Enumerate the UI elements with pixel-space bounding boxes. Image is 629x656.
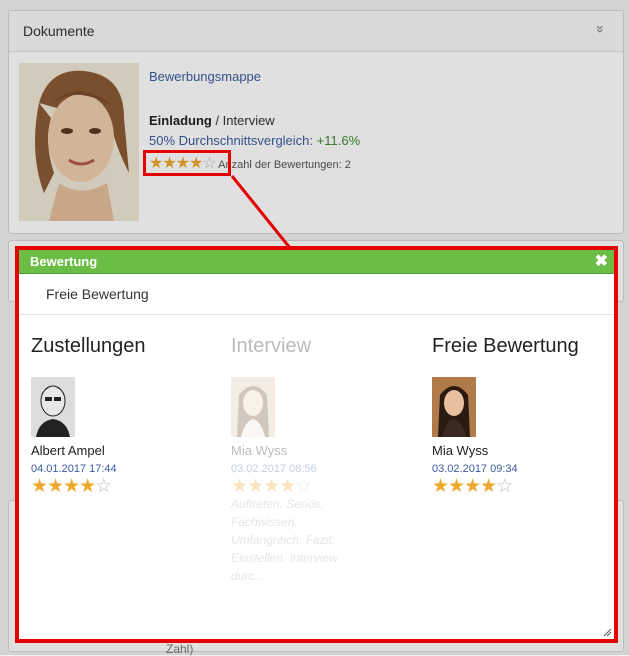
star-filled-icon: ★: [231, 476, 248, 497]
star-empty-icon: ☆: [95, 476, 112, 497]
review-date: 03.02.2017 09:34: [432, 463, 518, 475]
dialog-titlebar[interactable]: Bewertung ✖: [19, 250, 614, 274]
reviewer-name: Mia Wyss: [231, 443, 288, 458]
column-heading: Interview: [231, 335, 312, 357]
star-empty-icon: ☆: [496, 476, 513, 497]
review-stars: ★★★★☆: [432, 475, 513, 498]
reviewer-avatar[interactable]: [432, 377, 476, 437]
review-stars: ★★★★☆: [31, 475, 112, 498]
review-date: 03.02.2017 08:56: [231, 463, 317, 475]
star-empty-icon: ☆: [295, 476, 312, 497]
star-filled-icon: ★: [247, 476, 264, 497]
tab-label: Freie Bewertung: [46, 286, 149, 302]
star-filled-icon: ★: [480, 476, 497, 497]
star-filled-icon: ★: [263, 476, 280, 497]
column-heading: Freie Bewertung: [432, 335, 579, 357]
resize-handle-icon[interactable]: [602, 627, 612, 637]
rating-dialog: Bewertung ✖ Freie Bewertung Zustellungen…: [15, 246, 618, 643]
star-filled-icon: ★: [79, 476, 96, 497]
star-filled-icon: ★: [432, 476, 449, 497]
review-comment[interactable]: Auftreten: Seriös. Fachwissen: Umfangrei…: [231, 495, 361, 585]
review-date: 04.01.2017 17:44: [31, 463, 117, 475]
column-heading: Zustellungen: [31, 335, 146, 357]
star-filled-icon: ★: [464, 476, 481, 497]
reviewer-name: Mia Wyss: [432, 443, 489, 458]
star-filled-icon: ★: [31, 476, 48, 497]
star-filled-icon: ★: [63, 476, 80, 497]
star-filled-icon: ★: [279, 476, 296, 497]
rating-columns: Zustellungen Albert Ampel 04.01.2017 17:…: [19, 315, 614, 635]
reviewer-avatar[interactable]: [31, 377, 75, 437]
tab-freie-bewertung[interactable]: Freie Bewertung: [19, 274, 614, 315]
close-icon[interactable]: ✖: [595, 250, 608, 273]
dialog-title: Bewertung: [30, 254, 98, 269]
star-filled-icon: ★: [448, 476, 465, 497]
reviewer-avatar[interactable]: [231, 377, 275, 437]
reviewer-name: Albert Ampel: [31, 443, 105, 458]
star-filled-icon: ★: [47, 476, 64, 497]
rating-highlight-box: [143, 150, 231, 176]
